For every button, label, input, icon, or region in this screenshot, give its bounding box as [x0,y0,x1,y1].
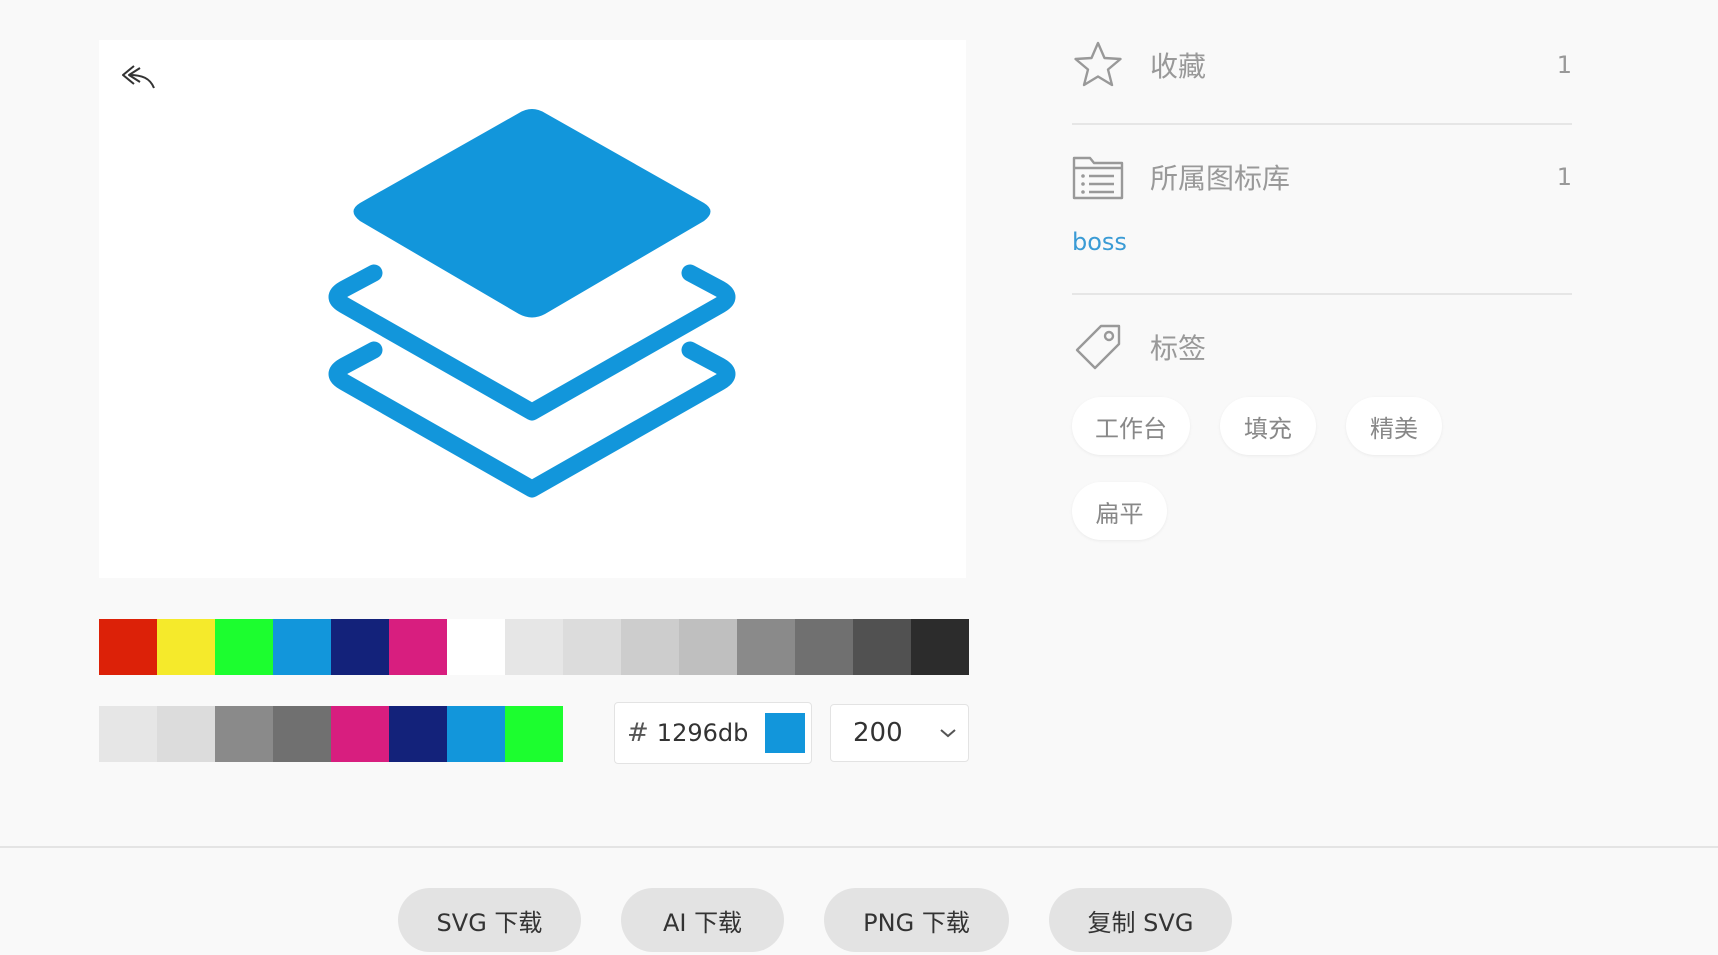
undo-button[interactable] [119,60,159,96]
library-link-boss[interactable]: boss [1072,228,1127,256]
svg-download-button[interactable]: SVG 下载 [398,888,581,952]
color-swatch[interactable] [389,706,447,762]
color-swatch[interactable] [273,619,331,675]
color-palette-recent [99,706,563,762]
divider [1072,293,1572,295]
folder-list-icon [1072,151,1124,203]
ai-download-button[interactable]: AI 下载 [621,888,784,952]
library-count: 1 [1556,163,1572,191]
png-download-button[interactable]: PNG 下载 [824,888,1009,952]
tag-chip[interactable]: 扁平 [1072,482,1167,540]
current-color-swatch[interactable] [764,713,805,753]
tags-row: 标签 [1072,317,1572,377]
color-swatch[interactable] [389,619,447,675]
color-swatch[interactable] [447,706,505,762]
color-swatch[interactable] [505,619,563,675]
undo-arrow-icon [122,65,155,89]
library-row: 所属图标库 1 [1072,147,1572,207]
color-swatch[interactable] [563,619,621,675]
color-swatch[interactable] [99,619,157,675]
color-swatch[interactable] [99,706,157,762]
color-swatch[interactable] [157,706,215,762]
color-swatch[interactable] [505,706,563,762]
footer-divider [0,846,1718,848]
library-label: 所属图标库 [1150,162,1291,195]
favorite-row[interactable]: 收藏 1 [1072,35,1572,95]
color-swatch[interactable] [853,619,911,675]
color-swatch[interactable] [737,619,795,675]
size-select[interactable]: 200 [830,704,969,762]
chevron-down-icon [928,727,968,739]
color-swatch[interactable] [795,619,853,675]
tag-chip[interactable]: 精美 [1346,397,1442,455]
hex-color-input[interactable]: 1296db [657,719,757,747]
layers-icon [328,109,736,498]
tag-chip[interactable]: 填充 [1220,397,1316,455]
size-select-value: 200 [853,718,903,748]
tags-label: 标签 [1150,332,1207,365]
icon-preview-panel [99,40,966,578]
tag-icon [1072,321,1124,373]
favorite-count: 1 [1556,51,1572,79]
hash-symbol: # [627,718,649,748]
color-swatch[interactable] [447,619,505,675]
color-swatch[interactable] [679,619,737,675]
copy-svg-button[interactable]: 复制 SVG [1049,888,1232,952]
hex-color-field[interactable]: # 1296db [614,702,812,764]
color-swatch[interactable] [621,619,679,675]
color-palette-primary [99,619,969,675]
color-swatch[interactable] [215,706,273,762]
divider [1072,123,1572,125]
favorite-label: 收藏 [1150,50,1207,83]
color-swatch[interactable] [331,619,389,675]
tag-chip[interactable]: 工作台 [1072,397,1190,455]
color-swatch[interactable] [911,619,969,675]
color-swatch[interactable] [273,706,331,762]
color-swatch[interactable] [215,619,273,675]
color-swatch[interactable] [331,706,389,762]
color-swatch[interactable] [157,619,215,675]
star-icon[interactable] [1072,39,1124,91]
